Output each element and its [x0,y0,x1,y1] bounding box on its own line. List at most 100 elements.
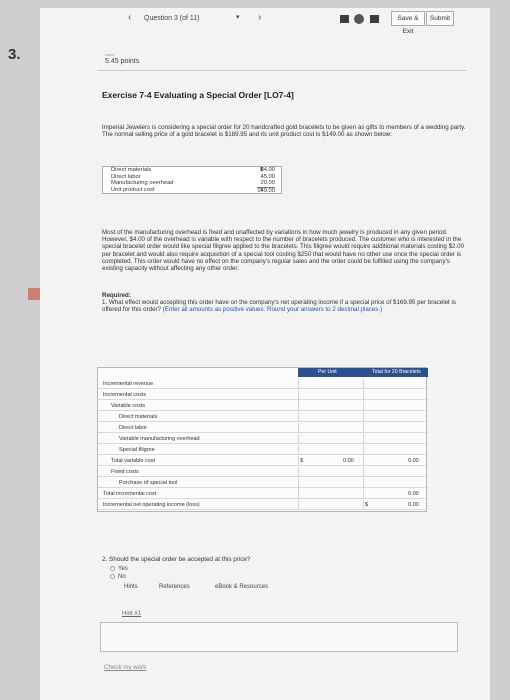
cell-divider [298,467,299,477]
per-unit-input[interactable] [308,445,361,455]
question-selector[interactable]: Question 3 (of 11) [142,12,262,26]
per-unit-input[interactable] [308,412,361,422]
body-paragraph: Most of the manufacturing overhead is fi… [102,229,465,273]
table-row: Variable manufacturing overhead [98,434,428,444]
cell-divider [298,445,299,455]
per-unit-input[interactable] [308,478,361,488]
hint-panel [100,622,458,652]
cell-divider [298,489,299,499]
cell-divider [298,379,299,389]
table-row: Variable costs [98,401,428,411]
currency-symbol: $ [365,502,369,508]
cost-table: Direct materials $84.00 Direct labor 45.00… [102,166,282,195]
per-unit-input[interactable] [308,390,361,400]
cell-divider [363,456,364,466]
radio-yes[interactable]: Yes [110,566,128,572]
total-input[interactable] [373,467,426,477]
per-unit-input[interactable] [308,434,361,444]
total-input[interactable] [373,379,426,389]
next-question-button[interactable]: › [258,12,261,23]
total-input[interactable] [373,401,426,411]
tab-ebook-resources[interactable]: eBook & Resources [215,584,268,590]
intro-paragraph: Imperial Jewelers is considering a speci… [102,124,466,139]
answer-table-header: Per Unit Total for 20 Bracelets [298,368,428,377]
flag-marker[interactable] [28,288,40,300]
prev-question-button[interactable]: ‹ [128,12,131,23]
table-row: Special filigree [98,445,428,455]
cell-value: 0.00 [408,491,419,497]
tab-hints[interactable]: Hints [124,584,138,590]
row-label: Incremental costs [103,392,147,398]
table-row: Direct labor [98,423,428,433]
required-heading: Required: [102,292,131,299]
cell-divider [363,379,364,389]
print-icon[interactable] [354,14,364,24]
question-2-text: 2. Should the special order be accepted … [102,556,251,563]
total-input[interactable] [373,423,426,433]
total-input[interactable] [373,434,426,444]
answer-table: Per Unit Total for 20 Bracelets Incremen… [97,367,428,512]
cell-divider [298,423,299,433]
hint-1-link[interactable]: Hint #1 [122,611,141,617]
tab-references[interactable]: References [159,584,190,590]
check-my-work-link[interactable]: Check my work [104,664,146,671]
row-label: Direct materials [119,414,158,420]
row-label: Variable costs [111,403,146,409]
table-row: Total variable cost $0.00 0.00 [98,456,428,466]
row-label: Incremental net operating income (loss) [103,502,200,508]
currency-symbol: $ [300,458,304,464]
table-row: Fixed costs [98,467,428,477]
per-unit-input[interactable] [308,500,361,510]
total-input[interactable] [373,478,426,488]
table-row: Purchase of special tool [98,478,428,488]
points-caption: value [105,52,115,57]
required-instruction: (Enter all amounts as positive values. R… [162,306,383,314]
table-row: Direct materials [98,412,428,422]
cell-divider [363,467,364,477]
top-toolbar: ‹ Question 3 (of 11) ▾ › Save & Exit Sub… [80,10,500,35]
cell-divider [363,412,364,422]
cost-row-total: Unit product cost $149.00 [111,186,275,194]
cell-divider [363,445,364,455]
divider [97,70,467,71]
table-row: Total incremental cost 0.00 [98,489,428,499]
cell-value: 0.00 [408,502,419,508]
per-unit-input[interactable] [308,401,361,411]
cost-row: Direct labor 45.00 [111,173,275,180]
cost-row: Direct materials $84.00 [111,167,275,173]
total-input[interactable] [373,412,426,422]
cell-divider [363,423,364,433]
cell-divider [363,489,364,499]
cell-divider [298,456,299,466]
radio-circle-icon [110,574,115,579]
cell-divider [363,434,364,444]
cost-row: Manufacturing overhead 20.00 [111,180,275,187]
per-unit-input[interactable] [308,467,361,477]
cell-divider [363,401,364,411]
submit-button[interactable]: Submit [426,11,454,26]
col-per-unit: Per Unit [318,369,337,375]
grid-icon[interactable] [340,15,349,23]
radio-circle-icon [110,566,115,571]
total-input[interactable] [373,445,426,455]
table-row: Incremental costs [98,390,428,400]
per-unit-input[interactable] [308,379,361,389]
row-label: Incremental revenue [103,381,154,387]
cell-divider [298,434,299,444]
save-exit-button[interactable]: Save & Exit [391,11,425,35]
exercise-title: Exercise 7-4 Evaluating a Special Order … [102,90,294,100]
total-input[interactable] [373,390,426,400]
table-row: Incremental revenue [98,379,428,389]
cell-divider [298,390,299,400]
row-label: Total variable cost [111,458,156,464]
row-label: Special filigree [119,447,155,453]
cell-divider [298,412,299,422]
required-section: Required: 1. What effect would accepting… [102,292,470,314]
table-row: Incremental net operating income (loss) $… [98,500,428,510]
row-label: Direct labor [119,425,148,431]
chevron-down-icon[interactable]: ▾ [236,13,240,21]
cell-divider [298,478,299,488]
per-unit-input[interactable] [308,423,361,433]
calculator-icon[interactable] [370,15,379,23]
per-unit-input[interactable] [308,489,361,499]
